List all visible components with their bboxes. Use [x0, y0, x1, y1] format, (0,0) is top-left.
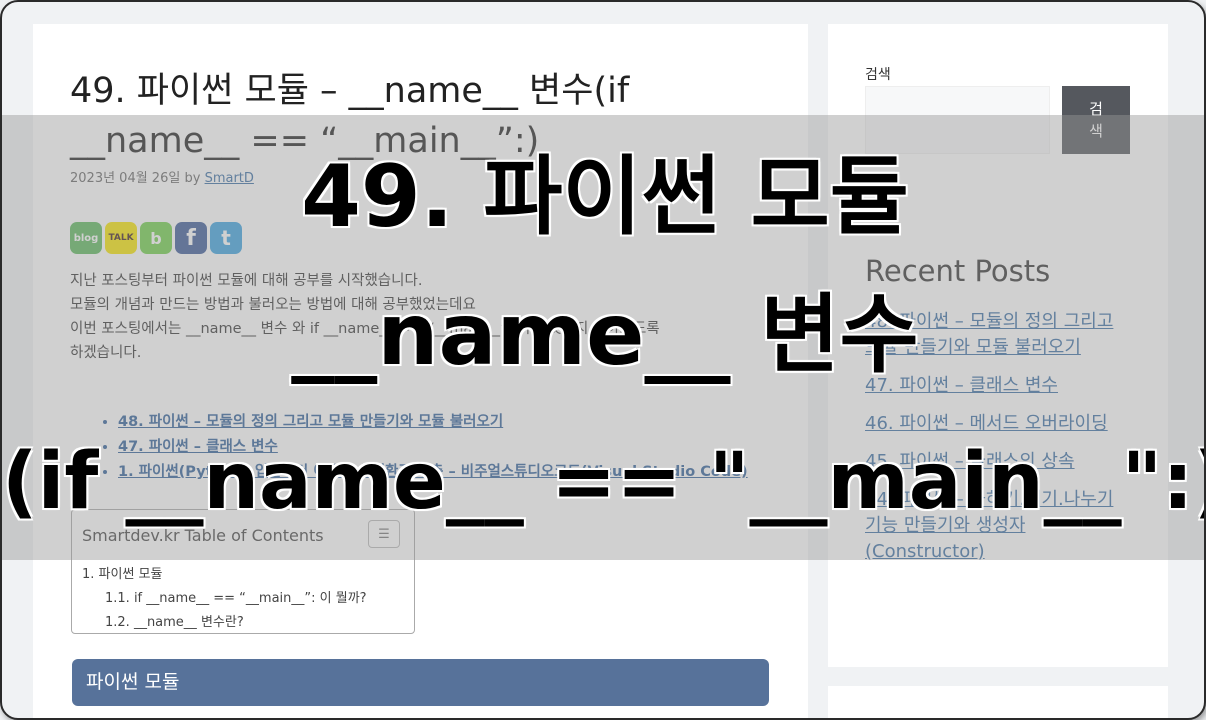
- toc-link[interactable]: 1. 파이썬 모듈: [82, 563, 162, 582]
- sidebar-widget: [828, 686, 1168, 718]
- window-frame: 49. 파이썬 모듈 – __name__ 변수(if __name__ == …: [0, 0, 1206, 720]
- overlay-title-line: __name__ 변수: [291, 285, 919, 385]
- overlay-title-line: 49. 파이썬 모듈: [301, 147, 909, 247]
- search-label: 검색: [865, 67, 891, 83]
- section-heading: 파이썬 모듈: [72, 659, 769, 706]
- toc-link[interactable]: 1.1. if __name__ == “__main__”: 이 뭘까?: [105, 587, 367, 606]
- toc-link[interactable]: 1.2. __name__ 변수란?: [105, 611, 244, 630]
- overlay-title-line: (if __name__ == "__main__":): [2, 437, 1206, 527]
